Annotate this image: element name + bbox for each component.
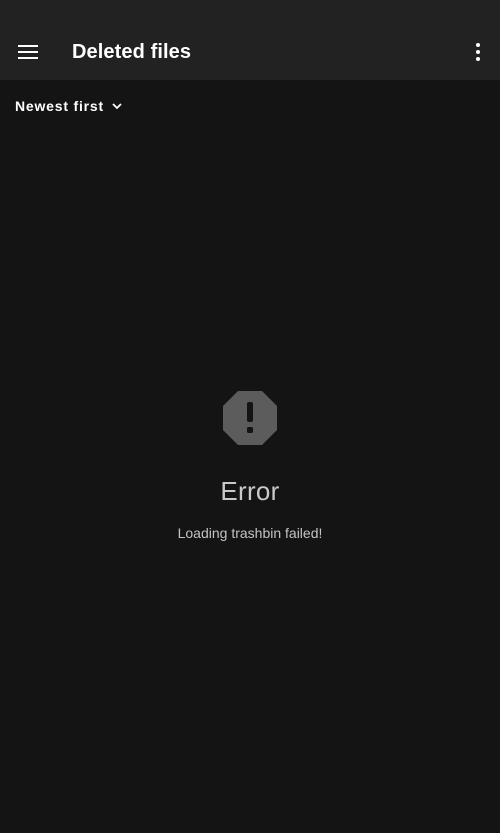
chevron-down-icon [112, 102, 122, 110]
more-vert-icon [476, 43, 480, 61]
screen: Deleted files Newest first Error Loading… [0, 0, 500, 833]
sort-order-dropdown[interactable]: Newest first [15, 96, 122, 116]
app-toolbar: Deleted files [0, 24, 500, 80]
overflow-menu-button[interactable] [456, 24, 500, 80]
status-bar [0, 0, 500, 24]
error-message: Loading trashbin failed! [177, 525, 323, 541]
error-title: Error [220, 476, 280, 506]
sort-order-label: Newest first [15, 98, 104, 114]
page-title: Deleted files [72, 40, 192, 63]
hamburger-menu-icon [18, 45, 38, 59]
empty-state: Error Loading trashbin failed! [0, 390, 500, 541]
navigation-menu-button[interactable] [0, 24, 56, 80]
error-octagon-icon [223, 391, 277, 445]
